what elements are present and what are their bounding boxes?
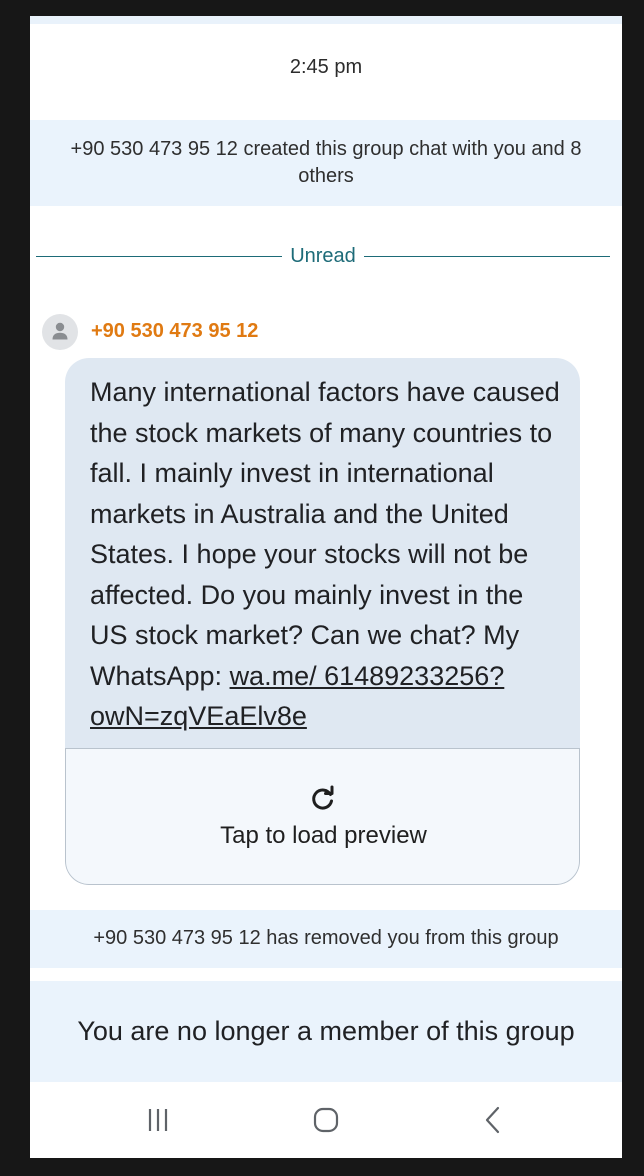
message-body: Many international factors have caused t…	[90, 377, 560, 691]
system-navigation-bar	[30, 1082, 622, 1158]
unread-label: Unread	[290, 245, 356, 267]
chat-screen: 2:45 pm +90 530 473 95 12 created this g…	[30, 16, 622, 1158]
message-timestamp: 2:45 pm	[289, 56, 363, 78]
message-bubble[interactable]: Many international factors have caused t…	[65, 358, 580, 885]
group-created-notice: +90 530 473 95 12 created this group cha…	[30, 120, 622, 206]
load-preview-label: Tap to load preview	[220, 822, 427, 849]
top-strip	[30, 16, 622, 24]
link-preview-card[interactable]: Tap to load preview	[65, 748, 580, 885]
unread-divider: Unread	[36, 238, 610, 278]
unread-line-left	[36, 256, 282, 257]
unread-line-right	[364, 256, 610, 257]
recents-icon[interactable]	[140, 1102, 180, 1138]
sender-avatar[interactable]	[42, 314, 78, 350]
no-longer-member-notice: You are no longer a member of this group	[30, 981, 622, 1082]
refresh-icon	[312, 785, 334, 810]
person-icon	[52, 322, 68, 340]
back-icon[interactable]	[472, 1102, 512, 1138]
message-text: Many international factors have caused t…	[90, 372, 560, 737]
sender-name[interactable]: +90 530 473 95 12	[91, 320, 258, 343]
home-icon[interactable]	[306, 1102, 346, 1138]
removed-notice: +90 530 473 95 12 has removed you from t…	[30, 910, 622, 968]
